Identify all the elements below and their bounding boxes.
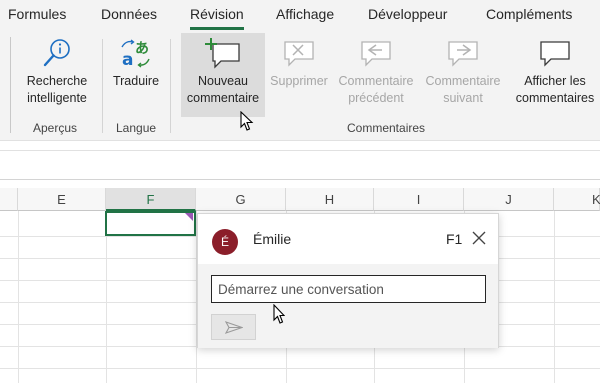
group-label-langue: Langue <box>116 121 157 135</box>
column-header-g[interactable]: G <box>196 188 286 211</box>
new-comment-button[interactable]: Nouveau commentaire <box>181 33 265 117</box>
ribbon-edge-divider <box>10 37 11 133</box>
group-label-commentaires: Commentaires <box>347 121 426 135</box>
comment-card-header: É Émilie F1 <box>198 214 498 264</box>
group-separator <box>102 39 103 133</box>
column-header-j[interactable]: J <box>464 188 554 211</box>
ribbon: Recherche intelligente Aperçus a あ Tradu… <box>0 31 600 141</box>
group-separator <box>170 39 171 133</box>
delete-comment-button[interactable]: Supprimer <box>267 33 331 117</box>
next-comment-label-2: suivant <box>443 91 483 105</box>
column-gridline <box>106 211 107 383</box>
translate-icon: a あ <box>118 37 154 70</box>
next-comment-label-1: Commentaire <box>425 74 501 88</box>
text-cursor-icon <box>273 304 285 324</box>
new-comment-label-1: Nouveau <box>197 74 249 88</box>
smart-lookup-label-1: Recherche <box>26 74 88 88</box>
tab-developpeur[interactable]: Développeur <box>368 6 447 22</box>
send-button[interactable] <box>211 314 256 340</box>
column-header-f[interactable]: F <box>106 188 196 211</box>
tab-complements[interactable]: Compléments <box>486 6 572 22</box>
svg-text:あ: あ <box>135 41 149 57</box>
svg-text:a: a <box>122 50 133 69</box>
previous-comment-button[interactable]: Commentaire précédent <box>334 33 418 117</box>
comment-card-body <box>198 264 498 348</box>
comment-indicator-flag <box>185 213 193 221</box>
column-gridline <box>554 211 555 383</box>
smart-lookup-icon <box>39 37 75 67</box>
column-gridline <box>18 211 19 383</box>
show-comments-button[interactable]: Afficher les commentaires <box>512 33 598 117</box>
show-comments-icon <box>537 37 573 67</box>
previous-comment-icon <box>358 37 394 67</box>
next-comment-button[interactable]: Commentaire suivant <box>420 33 506 117</box>
group-label-apercus: Aperçus <box>33 121 78 135</box>
tab-revision[interactable]: Révision <box>190 6 244 22</box>
show-comments-label-1: Afficher les <box>524 74 586 88</box>
new-comment-label-2: commentaire <box>186 91 260 105</box>
conversation-input[interactable] <box>211 275 486 303</box>
next-comment-icon <box>445 37 481 67</box>
formula-bar[interactable] <box>0 150 600 180</box>
close-icon[interactable] <box>469 228 489 248</box>
active-tab-indicator <box>190 27 244 30</box>
smart-lookup-button[interactable]: Recherche intelligente <box>18 33 96 117</box>
ribbon-tab-strip: Formules Données Révision Affichage Déve… <box>0 0 600 31</box>
previous-comment-label-1: Commentaire <box>338 74 414 88</box>
tab-formules[interactable]: Formules <box>8 6 66 22</box>
translate-label: Traduire <box>112 74 160 88</box>
previous-comment-label-2: précédent <box>348 91 404 105</box>
smart-lookup-label-2: intelligente <box>27 91 87 105</box>
show-comments-label-2: commentaires <box>515 91 595 105</box>
comment-author: Émilie <box>253 231 292 247</box>
column-header-i[interactable]: I <box>374 188 464 211</box>
column-header-e[interactable]: E <box>18 188 106 211</box>
translate-button[interactable]: a あ Traduire <box>108 33 164 117</box>
row-gridline <box>0 368 600 369</box>
selected-cell-f1[interactable] <box>105 211 196 236</box>
column-header-h[interactable]: H <box>286 188 374 211</box>
send-icon <box>225 321 243 334</box>
tab-donnees[interactable]: Données <box>101 6 157 22</box>
comment-card: É Émilie F1 <box>197 213 499 348</box>
comment-cell-reference: F1 <box>446 231 463 247</box>
delete-comment-icon <box>281 37 317 67</box>
avatar: É <box>212 229 238 255</box>
tab-affichage[interactable]: Affichage <box>276 6 334 22</box>
corner-select-all[interactable] <box>0 188 18 211</box>
delete-comment-label: Supprimer <box>270 74 328 88</box>
column-header-k[interactable]: K <box>554 188 600 211</box>
mouse-pointer-icon <box>240 111 254 131</box>
new-comment-icon <box>205 37 241 69</box>
